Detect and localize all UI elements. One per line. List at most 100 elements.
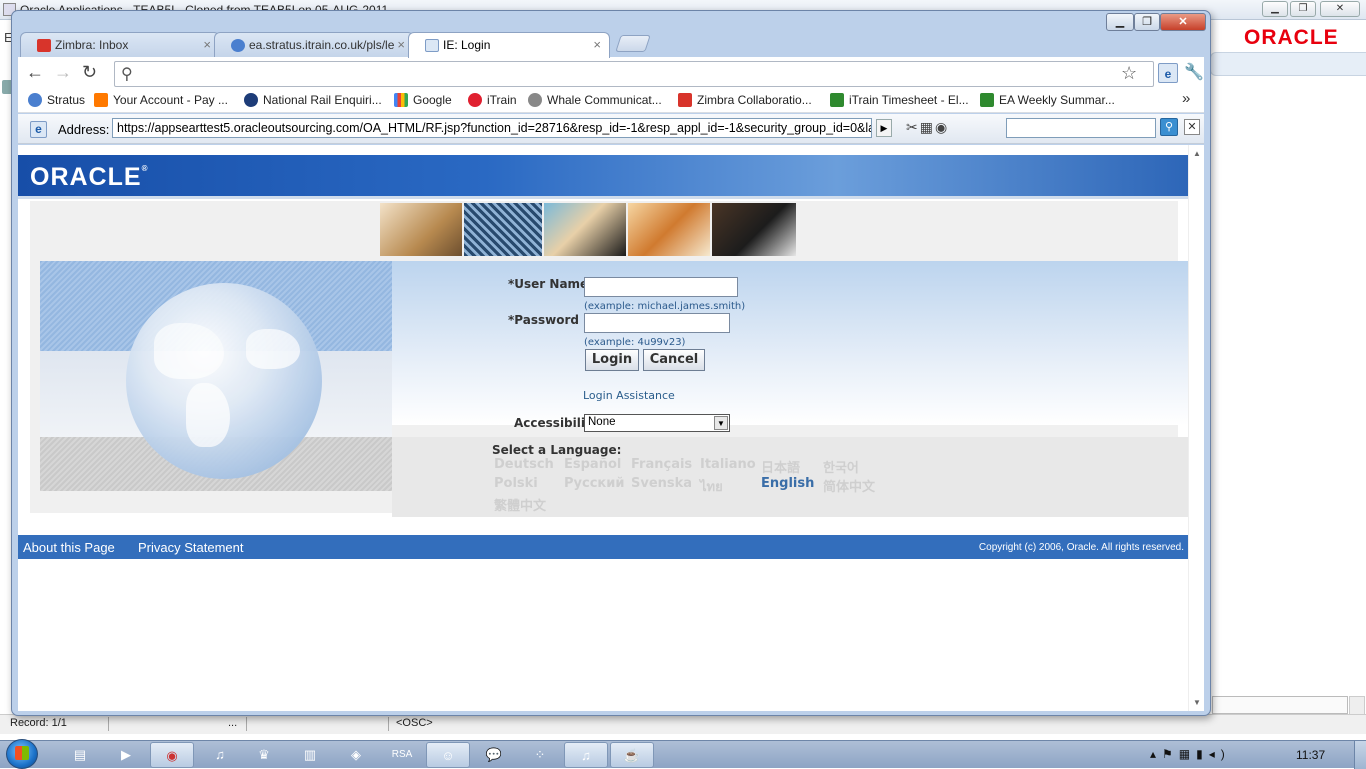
password-input[interactable] (584, 313, 730, 333)
ie-tools-icons[interactable]: ✂▦◉ (906, 119, 949, 136)
password-label: *Password (508, 313, 579, 327)
language-option[interactable]: 繁體中文 (494, 495, 546, 514)
tab-close-icon[interactable]: × (203, 37, 211, 52)
language-option[interactable]: 简体中文 (823, 476, 875, 495)
language-title: Select a Language: (492, 443, 622, 457)
reload-icon[interactable]: ↻ (82, 63, 97, 81)
language-option[interactable]: Svenska (631, 476, 692, 491)
app-taskbar-icon[interactable]: ▥ (288, 742, 332, 768)
language-option[interactable]: Italiano (700, 457, 756, 472)
username-hint: (example: michael.james.smith) (584, 301, 746, 312)
bookmark-itrain-timesheet[interactable]: iTrain Timesheet - El... (830, 93, 969, 107)
accessibility-select[interactable]: None ▼ (584, 414, 730, 432)
bookmark-star-icon[interactable]: ☆ (1121, 63, 1137, 84)
language-option-selected[interactable]: English (761, 476, 814, 491)
itunes-taskbar-icon[interactable]: ♫ (198, 742, 242, 768)
bookmark-your-account[interactable]: Your Account - Pay ... (94, 93, 228, 107)
media-player-taskbar-icon[interactable]: ▶ (104, 742, 148, 768)
language-option[interactable]: 한국어 (823, 457, 859, 476)
username-label: *User Name (508, 277, 589, 291)
search-button[interactable]: ⚲ (1160, 118, 1178, 136)
language-option[interactable]: Polski (494, 476, 538, 491)
tab-zimbra[interactable]: Zimbra: Inbox × (20, 32, 220, 57)
forward-icon[interactable]: → (54, 63, 72, 81)
about-page-link[interactable]: About this Page (23, 540, 115, 555)
scroll-up-icon[interactable]: ▲ (1193, 149, 1201, 158)
bg-minimize-button[interactable]: ▁ (1262, 1, 1288, 17)
language-option[interactable]: Français (631, 457, 692, 472)
bookmark-label: Zimbra Collaboratio... (697, 93, 812, 107)
language-option[interactable]: Español (564, 457, 621, 472)
go-button[interactable]: ▶ (876, 119, 892, 137)
cancel-button[interactable]: Cancel (643, 349, 705, 371)
continent (246, 329, 300, 369)
privacy-statement-link[interactable]: Privacy Statement (138, 540, 244, 555)
omnibox[interactable]: ⚲ ☆ (114, 61, 1154, 87)
tab-close-icon[interactable]: × (397, 37, 405, 52)
bookmark-zimbra[interactable]: Zimbra Collaboratio... (678, 93, 812, 107)
bookmark-whale[interactable]: Whale Communicat... (528, 93, 662, 107)
close-icon[interactable]: ✕ (1184, 119, 1200, 135)
java-taskbar-icon[interactable]: ☕ (610, 742, 654, 768)
language-option[interactable]: ไทย (700, 476, 723, 497)
address-field[interactable]: https://appsearttest5.oracleoutsourcing.… (112, 118, 872, 138)
login-assistance-link[interactable]: Login Assistance (583, 389, 675, 402)
continent (186, 383, 230, 447)
itunes-taskbar-icon[interactable]: ♫ (564, 742, 608, 768)
bookmark-label: Your Account - Pay ... (113, 93, 228, 107)
vertical-scrollbar[interactable]: ▲ ▼ (1188, 145, 1204, 711)
wrench-icon[interactable]: 🔧 (1184, 63, 1204, 83)
continent (154, 323, 224, 379)
bookmark-google[interactable]: Google (394, 93, 452, 107)
language-option[interactable]: Русский (564, 476, 624, 491)
system-tray-icons[interactable]: ▴⚑▦▮◂) (1150, 747, 1231, 761)
chat-taskbar-icon[interactable]: 💬 (472, 742, 516, 768)
background-oracle-logo: ORACLE (1244, 26, 1339, 49)
tab-stratus[interactable]: ea.stratus.itrain.co.uk/pls/le × (214, 32, 414, 57)
windows-taskbar: ▤ ▶ ◉ ♫ ♛ ▥ ◈ RSA ☺ 💬 ⁘ ♫ ☕ ▴⚑▦▮◂) 11:37 (0, 739, 1366, 769)
bookmark-ea-weekly[interactable]: EA Weekly Summar... (980, 93, 1115, 107)
scroll-down-icon[interactable]: ▼ (1193, 698, 1201, 707)
ie-tab-icon[interactable]: e (1158, 63, 1178, 83)
app-taskbar-icon[interactable]: ☺ (426, 742, 470, 768)
chevron-down-icon[interactable]: ▼ (714, 416, 728, 430)
tab-label: IE: Login (443, 38, 491, 52)
bg-maximize-button[interactable]: ❐ (1290, 1, 1316, 17)
login-button[interactable]: Login (585, 349, 639, 371)
blackberry-taskbar-icon[interactable]: ⁘ (518, 742, 562, 768)
background-field[interactable] (1212, 696, 1348, 714)
page-content: ORACLE® *User Name (example: michael.jam… (18, 145, 1204, 711)
tab-ie-login[interactable]: IE: Login × (408, 32, 610, 58)
close-button[interactable]: ✕ (1160, 13, 1206, 31)
username-input[interactable] (584, 277, 738, 297)
bookmark-label: Whale Communicat... (547, 93, 662, 107)
timesheet-icon (980, 93, 994, 107)
language-option[interactable]: 日本語 (761, 457, 800, 476)
ie-tab-address-bar: e Address: https://appsearttest5.oracleo… (18, 114, 1204, 144)
chrome-taskbar-icon[interactable]: ◉ (150, 742, 194, 768)
bookmark-label: National Rail Enquiri... (263, 93, 382, 107)
language-option[interactable]: Deutsch (494, 457, 554, 472)
bookmarks-bar: Stratus Your Account - Pay ... National … (18, 89, 1204, 113)
bookmarks-overflow-icon[interactable]: » (1182, 90, 1190, 107)
tab-close-icon[interactable]: × (593, 37, 601, 52)
omnibox-input[interactable] (143, 65, 1103, 83)
start-button[interactable] (6, 739, 38, 769)
bookmark-itrain[interactable]: iTrain (468, 93, 517, 107)
login-form: *User Name (example: michael.james.smith… (392, 261, 1190, 432)
app-taskbar-icon[interactable]: ♛ (242, 742, 286, 768)
new-tab-button[interactable] (615, 35, 651, 52)
ie-search-field[interactable] (1006, 118, 1156, 138)
bookmark-stratus[interactable]: Stratus (28, 93, 85, 107)
oracle-banner: ORACLE® (18, 155, 1188, 199)
clock[interactable]: 11:37 (1296, 748, 1325, 762)
app-taskbar-icon[interactable]: ◈ (334, 742, 378, 768)
bg-close-button[interactable]: ✕ (1320, 1, 1360, 17)
back-icon[interactable]: ← (26, 63, 44, 81)
bookmark-national-rail[interactable]: National Rail Enquiri... (244, 93, 382, 107)
minimize-button[interactable]: ▁ (1106, 13, 1134, 31)
show-desktop-button[interactable] (1354, 741, 1366, 769)
maximize-button[interactable]: ❐ (1134, 13, 1160, 31)
rsa-taskbar-icon[interactable]: RSA (380, 742, 424, 768)
explorer-taskbar-icon[interactable]: ▤ (58, 742, 102, 768)
